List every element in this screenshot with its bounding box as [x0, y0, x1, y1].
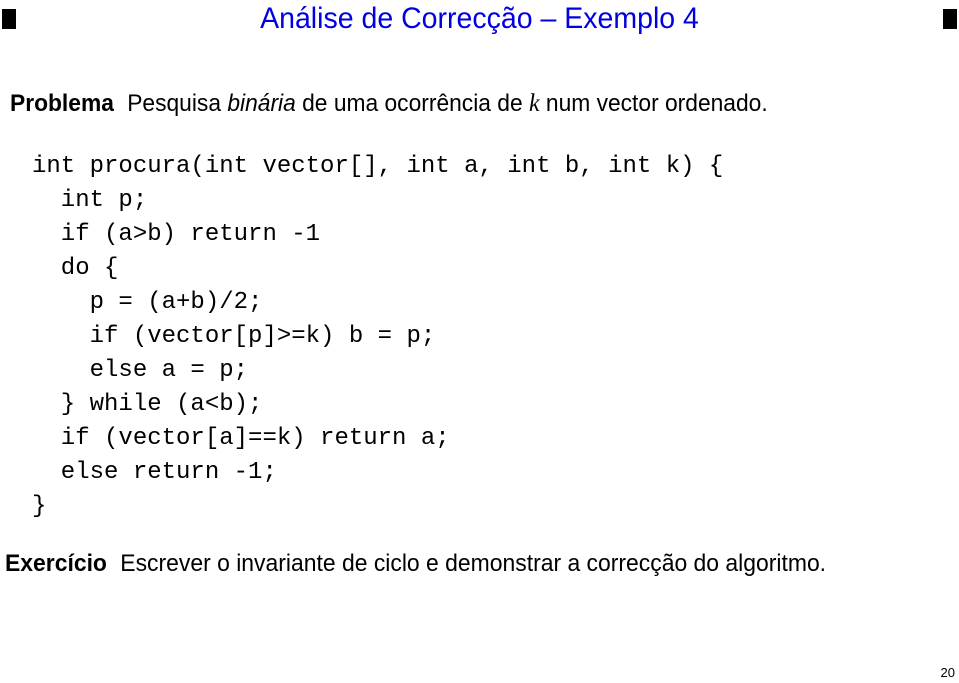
exercise-label: Exercício — [5, 550, 107, 577]
corner-square-right-icon — [943, 9, 957, 29]
page-number: 20 — [940, 665, 955, 680]
code-line: } while (a<b); — [32, 391, 263, 418]
code-line: if (vector[p]>=k) b = p; — [32, 323, 436, 350]
code-line: else a = p; — [32, 357, 249, 384]
code-line: } — [32, 493, 47, 520]
problem-text-middle: de uma ocorrência de — [295, 90, 529, 117]
slide-title: Análise de Correcção – Exemplo 4 — [260, 2, 699, 35]
problem-statement: Problema Pesquisa binária de uma ocorrênc… — [10, 90, 768, 118]
exercise-statement: Exercício Escrever o invariante de ciclo … — [5, 550, 826, 578]
code-line: int p; — [32, 187, 148, 214]
corner-square-left-icon — [2, 9, 16, 29]
code-block: int procura(int vector[], int a, int b, … — [32, 150, 723, 524]
code-line: else return -1; — [32, 459, 277, 486]
problem-emphasis: binária — [227, 90, 296, 117]
code-line: p = (a+b)/2; — [32, 289, 263, 316]
problem-label: Problema — [10, 90, 114, 117]
code-line: do { — [32, 255, 119, 282]
code-line: if (vector[a]==k) return a; — [32, 425, 450, 452]
problem-text-before: Pesquisa — [127, 90, 228, 117]
code-line: int procura(int vector[], int a, int b, … — [32, 153, 724, 180]
problem-text-after: num vector ordenado. — [539, 90, 768, 117]
exercise-text: Escrever o invariante de ciclo e demonst… — [120, 550, 827, 577]
code-line: if (a>b) return -1 — [32, 221, 321, 248]
problem-math-var: k — [528, 90, 540, 117]
